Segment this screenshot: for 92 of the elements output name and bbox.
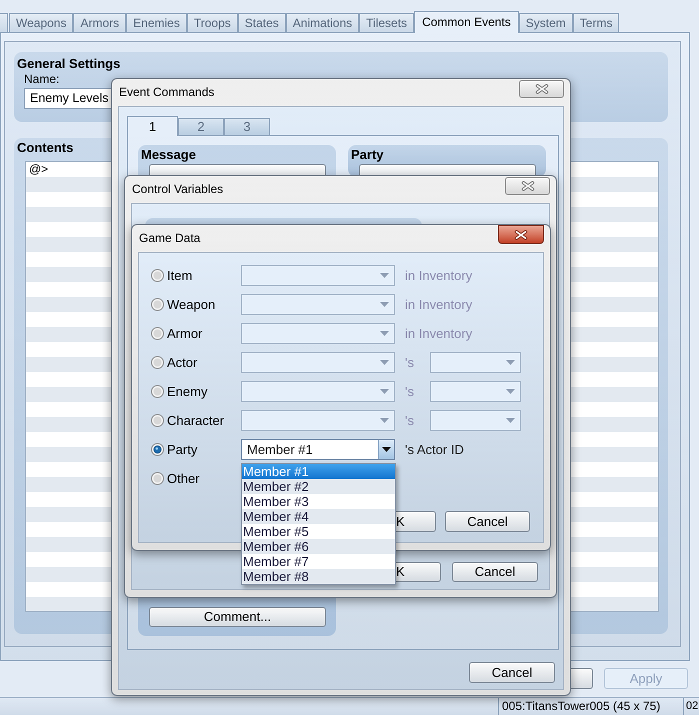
radio-button[interactable] bbox=[151, 269, 164, 282]
tab[interactable]: Tilesets bbox=[359, 13, 414, 32]
dropdown-option[interactable]: Member #1 bbox=[242, 464, 395, 479]
tab[interactable]: 1 bbox=[127, 116, 178, 136]
group-title: Message bbox=[140, 147, 196, 162]
dropdown-field[interactable] bbox=[241, 294, 395, 315]
radio-button[interactable] bbox=[151, 356, 164, 369]
dropdown-option[interactable]: Member #6 bbox=[242, 539, 395, 554]
option-label: Actor bbox=[167, 354, 198, 370]
panel-title: Contents bbox=[17, 140, 74, 155]
option-label: Item bbox=[167, 268, 194, 284]
dialog-title: Control Variables bbox=[131, 181, 224, 196]
list-item[interactable]: @> bbox=[26, 162, 52, 177]
caret-down-icon bbox=[380, 418, 389, 423]
dropdown-field[interactable] bbox=[430, 352, 521, 373]
caret-down-icon bbox=[382, 447, 391, 452]
dropdown-option[interactable]: Member #2 bbox=[242, 479, 395, 494]
close-button[interactable] bbox=[505, 177, 550, 195]
radio-button[interactable] bbox=[151, 298, 164, 311]
dropdown-option[interactable]: Member #4 bbox=[242, 509, 395, 524]
tab[interactable]: System bbox=[518, 13, 573, 32]
command-button[interactable] bbox=[359, 164, 536, 176]
radio-button[interactable] bbox=[151, 472, 164, 485]
radio-button[interactable] bbox=[151, 385, 164, 398]
option-label: Weapon bbox=[167, 296, 216, 312]
dropdown-field[interactable]: Member #1 bbox=[241, 439, 395, 460]
dropdown-field[interactable] bbox=[241, 265, 395, 286]
suffix-label: in Inventory bbox=[405, 296, 472, 312]
close-button[interactable] bbox=[519, 80, 564, 98]
close-icon bbox=[520, 181, 534, 191]
tab[interactable]: Weapons bbox=[9, 13, 74, 32]
radio-button[interactable] bbox=[151, 443, 164, 456]
close-icon bbox=[534, 84, 548, 94]
tab[interactable]: States bbox=[238, 13, 286, 32]
suffix-label: 's bbox=[405, 354, 415, 370]
dropdown-field[interactable] bbox=[241, 323, 395, 344]
field-label: Name: bbox=[24, 72, 60, 86]
cancel-button[interactable]: Cancel bbox=[445, 511, 530, 532]
dropdown-field[interactable] bbox=[241, 381, 395, 402]
radio-button[interactable] bbox=[151, 414, 164, 427]
option-label: Party bbox=[167, 442, 198, 458]
tab[interactable]: Terms bbox=[572, 13, 620, 32]
suffix-label: in Inventory bbox=[405, 268, 472, 284]
dropdown-option[interactable]: Member #8 bbox=[242, 569, 395, 584]
dialog-button[interactable]: K bbox=[395, 511, 436, 532]
tab[interactable]: Armors bbox=[73, 13, 126, 32]
caret-down-icon bbox=[506, 360, 515, 365]
dialog-title: Event Commands bbox=[118, 84, 214, 99]
dropdown-field[interactable] bbox=[430, 410, 521, 431]
option-label: Character bbox=[167, 412, 226, 428]
tab[interactable]: 3 bbox=[224, 118, 270, 135]
caret-down-icon bbox=[380, 360, 389, 365]
dropdown-field[interactable] bbox=[241, 410, 395, 431]
tab[interactable]: Troops bbox=[186, 13, 238, 32]
dialog-button[interactable] bbox=[571, 668, 593, 689]
tab[interactable]: Enemies bbox=[126, 13, 187, 32]
panel-title: General Settings bbox=[17, 56, 120, 71]
tab[interactable]: 2 bbox=[178, 118, 224, 135]
caret-down-icon bbox=[380, 273, 389, 278]
status-text: 005:TitansTower005 (45 x 75) bbox=[498, 698, 683, 715]
option-label: Enemy bbox=[167, 384, 208, 400]
name-field[interactable]: Enemy Levels bbox=[24, 88, 112, 109]
command-button[interactable] bbox=[149, 164, 326, 176]
caret-down-icon bbox=[506, 389, 515, 394]
dialog-button[interactable]: K bbox=[395, 562, 441, 582]
caret-down-icon bbox=[506, 418, 515, 423]
command-button[interactable]: Comment... bbox=[149, 607, 326, 627]
dropdown-field[interactable] bbox=[430, 381, 521, 402]
group-title: Party bbox=[350, 147, 384, 162]
option-label: Other bbox=[167, 470, 201, 486]
suffix-label: in Inventory bbox=[405, 326, 472, 342]
cancel-button[interactable]: Cancel bbox=[452, 562, 538, 582]
status-text: 02 bbox=[683, 698, 698, 715]
dialog-title: Game Data bbox=[138, 230, 200, 245]
suffix-label: 's Actor ID bbox=[405, 442, 464, 458]
tab[interactable] bbox=[0, 13, 8, 32]
suffix-label: 's bbox=[405, 412, 415, 428]
suffix-label: 's bbox=[405, 384, 415, 400]
caret-down-icon bbox=[380, 389, 389, 394]
dropdown-option[interactable]: Member #7 bbox=[242, 554, 395, 569]
tab[interactable]: Animations bbox=[286, 13, 360, 32]
close-icon bbox=[514, 230, 528, 240]
radio-button[interactable] bbox=[151, 327, 164, 340]
dropdown-option[interactable]: Member #3 bbox=[242, 494, 395, 509]
tab[interactable]: Common Events bbox=[414, 11, 519, 33]
cancel-button[interactable]: Cancel bbox=[469, 662, 555, 683]
option-label: Armor bbox=[167, 326, 204, 342]
caret-down-icon bbox=[380, 331, 389, 336]
dropdown-field[interactable] bbox=[241, 352, 395, 373]
dropdown-option[interactable]: Member #5 bbox=[242, 524, 395, 539]
close-button[interactable] bbox=[498, 225, 544, 244]
caret-down-icon bbox=[380, 302, 389, 307]
